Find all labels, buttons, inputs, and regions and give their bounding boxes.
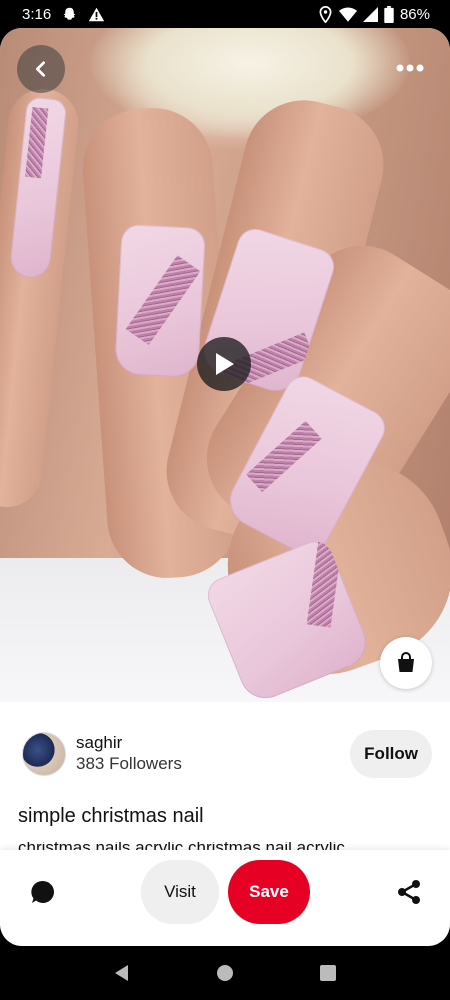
avatar[interactable] — [22, 732, 66, 776]
nav-back-button[interactable] — [110, 961, 134, 985]
shopping-bag-icon — [395, 652, 417, 674]
play-icon — [213, 352, 235, 376]
battery-level: 86% — [399, 5, 430, 23]
creator-info[interactable]: saghir 383 Followers — [76, 733, 182, 775]
share-button[interactable] — [393, 876, 425, 908]
creator-name[interactable]: saghir — [76, 733, 182, 753]
status-bar: 3:16 86% — [0, 0, 450, 28]
status-time: 3:16 — [22, 5, 52, 23]
nav-home-button[interactable] — [213, 961, 237, 985]
pin-media[interactable] — [0, 28, 450, 702]
status-right: 86% — [318, 5, 430, 23]
signal-icon — [362, 6, 378, 22]
back-icon — [32, 60, 50, 78]
warning-icon — [88, 6, 105, 23]
visit-button[interactable]: Visit — [141, 860, 219, 924]
pin-title: simple christmas nail — [18, 805, 204, 827]
pin-description: christmas nails acrylic christmas nail a… — [18, 842, 438, 850]
shop-button[interactable] — [380, 637, 432, 689]
follower-count: 383 Followers — [76, 754, 182, 773]
follow-button[interactable]: Follow — [350, 730, 432, 778]
more-icon — [396, 64, 424, 72]
nav-home-icon — [216, 964, 234, 982]
battery-icon — [384, 5, 394, 23]
play-button[interactable] — [197, 337, 251, 391]
system-nav-bar — [0, 946, 450, 1000]
action-bar: Visit Save — [0, 850, 450, 946]
share-icon — [396, 879, 422, 905]
pin-description-text: christmas nails acrylic christmas nail a… — [18, 842, 345, 850]
nav-back-icon — [113, 964, 131, 982]
nav-recents-button[interactable] — [316, 961, 340, 985]
wifi-icon — [338, 7, 357, 22]
status-left: 3:16 — [22, 6, 105, 23]
snapchat-icon — [61, 6, 78, 23]
nail — [114, 223, 206, 379]
save-button[interactable]: Save — [228, 860, 310, 924]
nav-recents-icon — [320, 965, 337, 981]
more-options-button[interactable] — [390, 48, 430, 88]
comment-button[interactable] — [27, 876, 59, 908]
location-icon — [318, 5, 333, 23]
creator-row: saghir 383 Followers Follow — [0, 718, 450, 790]
pin-detail-screen: saghir 383 Followers Follow simple chris… — [0, 28, 450, 946]
comment-icon — [30, 879, 56, 905]
back-button[interactable] — [17, 45, 65, 93]
